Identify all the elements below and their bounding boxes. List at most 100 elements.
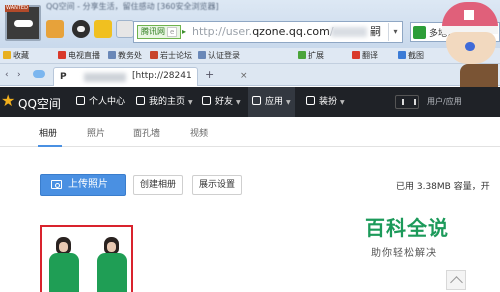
qzone-brand[interactable]: QQ空间 — [18, 95, 61, 112]
tab-active[interactable]: P [http://28241 × — [53, 67, 248, 86]
bookmark-tv-live[interactable]: 电视直播 — [58, 50, 100, 62]
nav-label: 装扮 — [319, 97, 338, 107]
toolbar-screenshot[interactable]: 截图 — [398, 50, 424, 62]
album-subnav: 相册 照片 面孔墙 视频 — [0, 117, 500, 147]
toolbar-extensions[interactable]: 扩展 — [298, 50, 324, 62]
bookmark-label: 收藏 — [13, 51, 29, 60]
chevron-down-icon: ▼ — [340, 99, 345, 106]
nav-apps[interactable]: 应用 ▼ — [248, 87, 295, 117]
url-suffix: 嗣 — [370, 25, 381, 38]
bookmark-label: 岩士论坛 — [160, 51, 192, 60]
watermark-title: 百科全说 — [365, 216, 449, 240]
url-prefix: http://user. — [192, 25, 253, 38]
baike-watermark: 百科全说 助你轻松解决 — [347, 206, 459, 268]
search-engine-badge[interactable]: 腾讯网 e — [137, 25, 182, 39]
bookmark-forum[interactable]: 岩士论坛 — [150, 50, 192, 62]
photo-figure-left — [46, 233, 82, 292]
qzone-navbar: ★ QQ空间 个人中心 我的主页 ▼ 好友 ▼ 应用 ▼ 装扮 ▼ 用户/应用 — [0, 87, 500, 117]
bookmark-academic-office[interactable]: 教务处 — [108, 50, 142, 62]
tab-bar: ‹ › P [http://28241 × + — [0, 64, 500, 86]
bookmark-label: 翻译 — [362, 51, 378, 60]
tab-face-wall[interactable]: 面孔墙 — [133, 126, 160, 139]
camera-icon — [51, 180, 62, 189]
browser-user-avatar[interactable]: WANTED — [5, 5, 41, 41]
doc-icon — [198, 51, 206, 59]
address-bar[interactable]: 腾讯网e ▸ http://user.qzone.qq.com/ 嗣 ▾ — [133, 21, 403, 43]
create-album-button[interactable]: 创建相册 — [133, 175, 184, 195]
scissors-icon — [398, 51, 406, 59]
scroll-to-top-button[interactable] — [446, 270, 466, 290]
address-url[interactable]: http://user.qzone.qq.com/ — [192, 23, 334, 41]
window-title: QQ空间 - 分享生活，留住感动 [360安全浏览器] — [46, 2, 219, 11]
chevron-down-icon: ▼ — [236, 99, 241, 106]
new-tab-icon[interactable]: + — [205, 68, 214, 81]
watermark-subtitle: 助你轻松解决 — [371, 248, 437, 259]
qzone-star-icon: ★ — [1, 91, 16, 110]
tab-blurred-title — [84, 73, 126, 82]
bookmark-label: 认证登录 — [208, 51, 240, 60]
home-icon — [136, 96, 145, 105]
cloud-icon[interactable] — [33, 70, 45, 78]
signal-icon[interactable] — [395, 95, 419, 109]
tab-forward-icon[interactable]: › — [17, 70, 21, 80]
mascot-nose — [465, 42, 475, 51]
tab-photos[interactable]: 照片 — [87, 126, 105, 139]
wanted-poster-icon: WANTED — [5, 5, 29, 12]
person-icon — [76, 96, 85, 105]
chevron-down-icon: ▼ — [188, 99, 193, 106]
crown-icon[interactable] — [94, 20, 112, 38]
address-arrow-icon: ▸ — [182, 27, 187, 36]
address-dropdown-icon[interactable]: ▾ — [388, 23, 402, 41]
home-icon[interactable] — [116, 20, 134, 38]
user-apps-link[interactable]: 用户/应用 — [427, 87, 462, 117]
tab-back-icon[interactable]: ‹ — [5, 70, 9, 80]
engine-badge-label: 腾讯网 — [141, 27, 165, 36]
storage-usage-text: 已用 3.38MB 容量，开 — [396, 182, 490, 192]
nav-personal-center[interactable]: 个人中心 — [76, 87, 125, 117]
figure-face — [107, 242, 116, 252]
nav-label: 好友 — [215, 97, 234, 107]
friends-icon — [202, 96, 211, 105]
forum-icon — [150, 51, 158, 59]
active-tab-indicator — [38, 145, 62, 147]
nav-my-homepage[interactable]: 我的主页 ▼ — [136, 87, 193, 117]
tab-album[interactable]: 相册 — [39, 126, 57, 139]
ie-mode-icon[interactable]: e — [167, 27, 178, 37]
puzzle-icon — [298, 51, 306, 59]
upload-photos-label: 上传照片 — [68, 179, 108, 190]
mask-icon — [14, 20, 33, 27]
tv-icon — [58, 51, 66, 59]
figure-body — [49, 253, 79, 292]
album-cover-thumbnail[interactable] — [40, 225, 133, 292]
toolbar-translate[interactable]: 翻译 — [352, 50, 378, 62]
tab-videos[interactable]: 视频 — [190, 126, 208, 139]
figure-face — [59, 242, 68, 252]
skull-icon[interactable] — [72, 20, 90, 38]
tab-favicon-icon: P — [60, 72, 67, 82]
nav-label: 我的主页 — [149, 97, 186, 107]
bookmark-label: 扩展 — [308, 51, 324, 60]
bookmark-auth-login[interactable]: 认证登录 — [198, 50, 240, 62]
tab-title: [http://28241 — [132, 71, 192, 81]
bookmark-label: 截图 — [408, 51, 424, 60]
nav-decorate[interactable]: 装扮 ▼ — [306, 87, 345, 117]
nav-friends[interactable]: 好友 ▼ — [202, 87, 241, 117]
back-arrow-icon[interactable] — [46, 20, 64, 38]
figure-body — [97, 253, 127, 292]
url-host: qzone.qq.com — [252, 25, 330, 38]
upload-photos-button[interactable]: 上传照片 — [40, 174, 126, 196]
nav-label: 个人中心 — [89, 97, 126, 107]
bookmark-label: 教务处 — [118, 51, 142, 60]
photo-figure-right — [94, 233, 130, 292]
translate-icon — [352, 51, 360, 59]
shirt-icon — [306, 96, 315, 105]
bookmark-favorites[interactable]: 收藏 — [3, 50, 29, 62]
apps-icon — [252, 96, 261, 105]
star-icon — [3, 51, 11, 59]
display-settings-button[interactable]: 展示设置 — [192, 175, 243, 195]
mascot-hat-cross — [464, 10, 474, 20]
search-engine-icon[interactable] — [413, 26, 426, 39]
chevron-down-icon: ▼ — [286, 99, 291, 106]
nav-label: 应用 — [265, 97, 284, 107]
tab-close-icon[interactable]: × — [240, 71, 248, 81]
